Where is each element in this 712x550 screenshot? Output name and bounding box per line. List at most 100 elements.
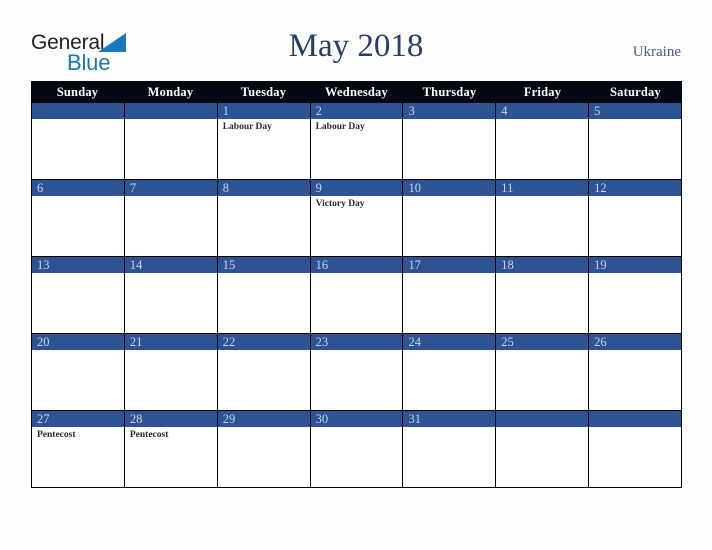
day-events	[32, 196, 124, 198]
day-events	[311, 273, 403, 275]
calendar-day-cell-empty	[125, 103, 218, 179]
day-events	[496, 273, 588, 275]
day-number: 26	[594, 335, 607, 349]
weekday-header-tuesday: Tuesday	[240, 84, 287, 99]
day-events	[32, 119, 124, 121]
calendar-day-cell[interactable]: 20	[32, 334, 125, 410]
day-events	[496, 350, 588, 352]
holiday-label: Labour Day	[315, 122, 365, 132]
day-events	[589, 196, 681, 198]
day-number	[125, 103, 217, 119]
weekday-header-row: Sunday Monday Tuesday Wednesday Thursday…	[31, 81, 682, 103]
calendar-day-cell-empty	[589, 411, 683, 487]
calendar-day-cell[interactable]: 6	[32, 180, 125, 256]
day-number: 15	[222, 258, 236, 272]
day-number: 3	[408, 104, 415, 118]
holiday-label: Labour Day	[222, 122, 272, 132]
calendar-day-cell[interactable]: 10	[403, 180, 497, 256]
day-events	[589, 350, 681, 352]
day-number: 18	[501, 258, 514, 272]
day-number: 27	[37, 412, 50, 426]
calendar-day-cell-empty	[496, 411, 590, 487]
page-header: General Blue May 2018 Ukraine	[0, 0, 712, 81]
calendar-weeks: 1 Labour Day 2 Labour Day 3 4 5 6 7 8 9 Victory Day…	[31, 103, 683, 488]
calendar-day-cell[interactable]: 4	[496, 103, 590, 179]
calendar-week-row: 6 7 8 9 Victory Day 10 11 12	[31, 180, 683, 257]
calendar-day-cell[interactable]: 3	[403, 103, 497, 179]
day-events: Labour Day	[218, 119, 310, 134]
day-number: 21	[129, 335, 143, 349]
day-number: 31	[408, 412, 421, 426]
day-number: 14	[129, 258, 143, 272]
day-events	[125, 119, 217, 121]
day-number: 13	[37, 258, 50, 272]
calendar-day-cell[interactable]: 25	[496, 334, 590, 410]
calendar-day-cell[interactable]: 21	[125, 334, 218, 410]
day-events	[589, 427, 681, 429]
day-events	[218, 350, 310, 352]
calendar-day-cell[interactable]: 19	[589, 257, 683, 333]
day-events	[403, 196, 495, 198]
day-number	[589, 411, 681, 427]
day-events	[32, 273, 124, 275]
calendar-day-cell[interactable]: 23	[311, 334, 404, 410]
calendar-day-cell[interactable]: 18	[496, 257, 590, 333]
day-events	[589, 273, 681, 275]
day-number: 12	[594, 181, 607, 195]
day-events	[218, 273, 310, 275]
day-number: 22	[222, 335, 236, 349]
day-number: 16	[315, 258, 329, 272]
calendar-day-cell[interactable]: 15	[218, 257, 311, 333]
calendar-day-cell[interactable]: 12	[589, 180, 683, 256]
day-events	[125, 273, 217, 275]
calendar-day-cell[interactable]: 17	[403, 257, 497, 333]
day-events	[218, 427, 310, 429]
calendar-day-cell[interactable]: 1 Labour Day	[218, 103, 311, 179]
weekday-header-sunday: Sunday	[56, 84, 99, 99]
day-number: 28	[129, 412, 143, 426]
day-number	[32, 103, 124, 119]
holiday-label: Victory Day	[315, 199, 365, 209]
weekday-header-thursday: Thursday	[422, 84, 477, 99]
calendar-day-cell[interactable]: 26	[589, 334, 683, 410]
day-number: 29	[222, 412, 236, 426]
weekday-header-monday: Monday	[147, 84, 194, 99]
day-number: 23	[315, 335, 329, 349]
calendar-day-cell-empty	[32, 103, 125, 179]
weekday-header-wednesday: Wednesday	[325, 84, 388, 99]
holiday-label: Pentecost	[129, 430, 169, 440]
day-events	[125, 350, 217, 352]
day-number: 24	[408, 335, 421, 349]
calendar-day-cell[interactable]: 28 Pentecost	[125, 411, 218, 487]
calendar-day-cell[interactable]: 5	[589, 103, 683, 179]
calendar-day-cell[interactable]: 2 Labour Day	[311, 103, 404, 179]
day-events	[403, 273, 495, 275]
day-events	[403, 119, 495, 121]
day-events	[311, 350, 403, 352]
day-number: 9	[315, 181, 322, 195]
day-events: Pentecost	[32, 427, 124, 442]
calendar-grid: Sunday Monday Tuesday Wednesday Thursday…	[31, 81, 683, 488]
day-number: 25	[501, 335, 514, 349]
weekday-header-saturday: Saturday	[610, 84, 661, 99]
calendar-day-cell[interactable]: 11	[496, 180, 590, 256]
day-number: 4	[501, 104, 508, 118]
calendar-day-cell[interactable]: 7	[125, 180, 218, 256]
calendar-day-cell[interactable]: 27 Pentecost	[32, 411, 125, 487]
calendar-day-cell[interactable]: 22	[218, 334, 311, 410]
calendar-day-cell[interactable]: 14	[125, 257, 218, 333]
day-events	[403, 350, 495, 352]
calendar-day-cell[interactable]: 29	[218, 411, 311, 487]
day-events	[311, 427, 403, 429]
day-events	[218, 196, 310, 198]
calendar-day-cell[interactable]: 31	[403, 411, 497, 487]
day-events	[403, 427, 495, 429]
calendar-day-cell[interactable]: 9 Victory Day	[311, 180, 404, 256]
day-events	[125, 196, 217, 198]
calendar-day-cell[interactable]: 8	[218, 180, 311, 256]
calendar-day-cell[interactable]: 16	[311, 257, 404, 333]
calendar-day-cell[interactable]: 24	[403, 334, 497, 410]
calendar-day-cell[interactable]: 30	[311, 411, 404, 487]
calendar-day-cell[interactable]: 13	[32, 257, 125, 333]
day-number: 10	[408, 181, 421, 195]
